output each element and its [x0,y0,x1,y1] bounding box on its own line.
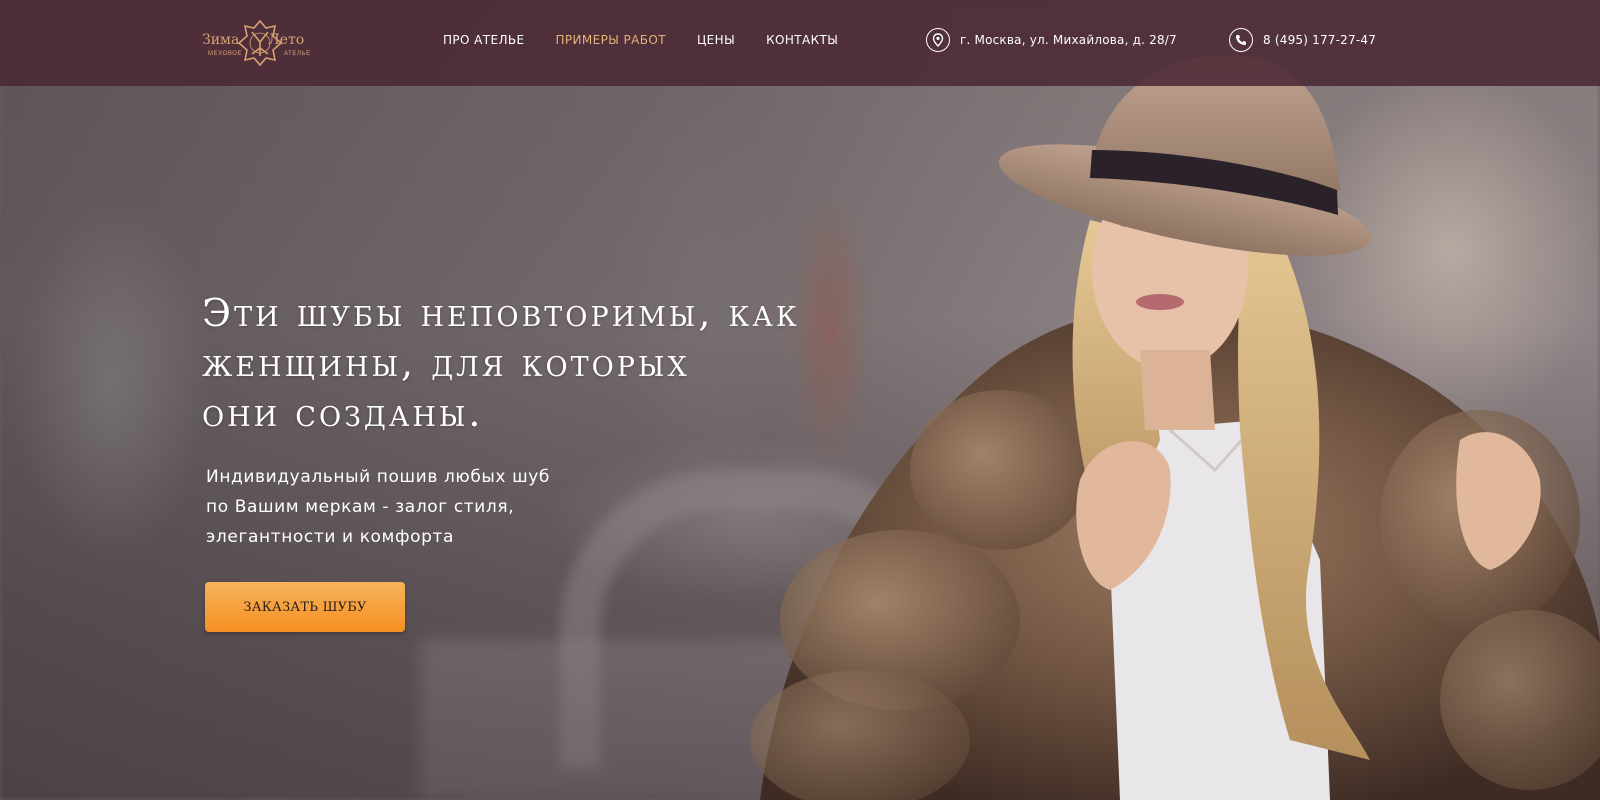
hero-subtitle-line: элегантности и комфорта [206,527,455,547]
hero-subtitle-line: Индивидуальный пошив любых шуб [206,467,550,487]
nav-item-about[interactable]: ПРО АТЕЛЬЕ [443,33,524,47]
hero-title-line: Эти шубы неповторимы, как [202,291,800,335]
logo-subtitle-right: АТЕЛЬЕ [284,51,311,57]
main-nav: ПРО АТЕЛЬЕ ПРИМЕРЫ РАБОТ ЦЕНЫ КОНТАКТЫ [443,33,869,47]
logo-word-right: Лето [268,32,305,48]
hero-title-line: женщины, для которых [202,341,690,385]
phone-icon [1229,28,1253,52]
logo-subtitle-left: МЕХОВОЕ [208,51,243,57]
top-header: Зима Лето МЕХОВОЕ АТЕЛЬЕ ПРО АТЕЛЬЕ ПРИМ… [0,0,1600,86]
hero-subtitle-line: по Вашим меркам - залог стиля, [206,497,515,517]
logo[interactable]: Зима Лето МЕХОВОЕ АТЕЛЬЕ [202,18,318,70]
nav-item-contacts[interactable]: КОНТАКТЫ [766,33,838,47]
nav-item-prices[interactable]: ЦЕНЫ [697,33,735,47]
order-fur-coat-button[interactable]: ЗАКАЗАТЬ ШУБУ [205,582,405,632]
hero-title: Эти шубы неповторимы, как женщины, для к… [202,288,902,438]
hero-title-line: они созданы. [202,391,484,435]
phone-number[interactable]: 8 (495) 177-27-47 [1263,33,1376,47]
logo-word-left: Зима [202,32,240,48]
header-phone[interactable]: 8 (495) 177-27-47 [1229,28,1376,52]
header-address: г. Москва, ул. Михайлова, д. 28/7 [926,28,1177,52]
address-text: г. Москва, ул. Михайлова, д. 28/7 [960,33,1177,47]
nav-item-portfolio[interactable]: ПРИМЕРЫ РАБОТ [555,33,665,47]
landing-page: Зима Лето МЕХОВОЕ АТЕЛЬЕ ПРО АТЕЛЬЕ ПРИМ… [0,0,1600,800]
map-pin-icon [926,28,950,52]
hero-subtitle: Индивидуальный пошив любых шуб по Вашим … [206,462,586,552]
